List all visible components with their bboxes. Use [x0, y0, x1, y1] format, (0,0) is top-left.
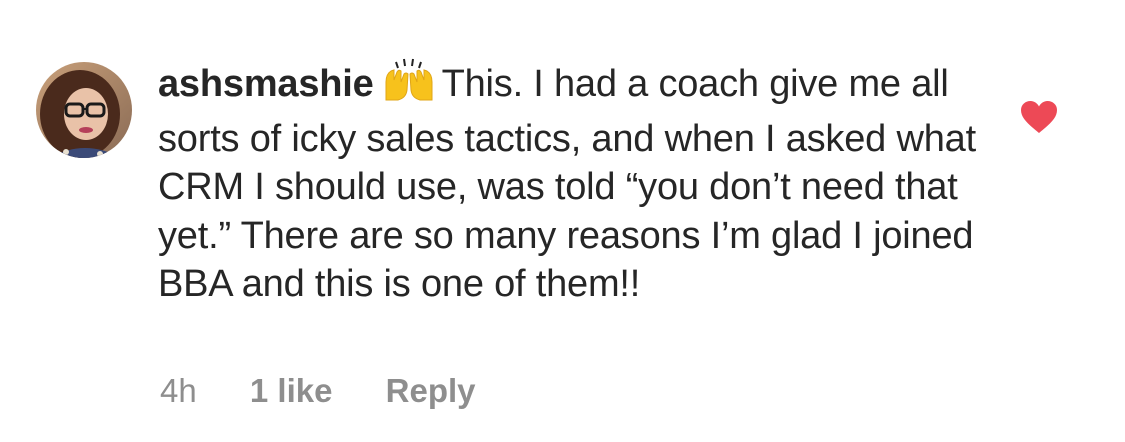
- likes-count[interactable]: 1 like: [250, 372, 333, 410]
- avatar-image: [36, 62, 132, 158]
- heart-icon[interactable]: [1020, 100, 1058, 134]
- raising-hands-icon: [382, 58, 436, 115]
- timestamp: 4h: [160, 372, 197, 409]
- comment-meta: 4h 1 like Reply: [160, 372, 476, 410]
- avatar[interactable]: [36, 62, 132, 158]
- comment-text-block: ashsmashie This. I had a coach give me a…: [158, 58, 978, 309]
- comment: ashsmashie This. I had a coach give me a…: [0, 0, 1125, 442]
- comment-body: ashsmashie This. I had a coach give me a…: [158, 58, 978, 309]
- reply-button[interactable]: Reply: [386, 372, 476, 410]
- username[interactable]: ashsmashie: [158, 63, 374, 105]
